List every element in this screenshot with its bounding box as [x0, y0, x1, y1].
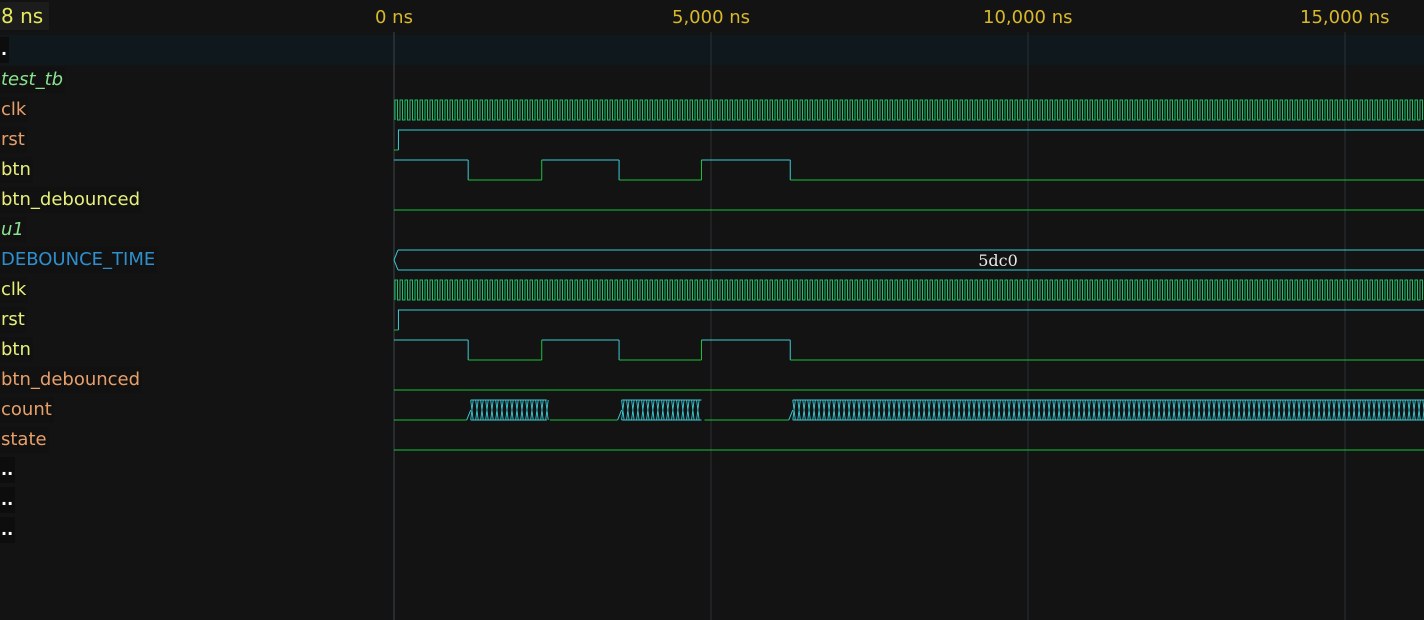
signal-name--[interactable]: ..: [0, 457, 16, 483]
signal-name-rst[interactable]: rst: [0, 307, 27, 333]
signal-name-rst[interactable]: rst: [0, 127, 27, 153]
timeline-tick-label: 10,000 ns: [983, 7, 1073, 28]
clk-waveform: [394, 279, 1423, 301]
signal-name-u1[interactable]: u1: [0, 217, 26, 243]
count-bus-segment: [792, 399, 1424, 421]
clk-waveform: [394, 99, 1423, 121]
signal-name--[interactable]: ..: [0, 517, 16, 543]
bus-value-label: 5dc0: [978, 251, 1018, 270]
count-bus-segment: [621, 399, 702, 421]
timeline-tick-label: 5,000 ns: [672, 7, 751, 28]
signal-name-debounce-time[interactable]: DEBOUNCE_TIME: [0, 247, 158, 273]
signal-name--[interactable]: ..: [0, 487, 16, 513]
bus-waveform: [393, 249, 1424, 271]
signal-name-count[interactable]: count: [0, 397, 54, 423]
cursor-time-readout: 8 ns: [0, 2, 50, 30]
waveform-canvas[interactable]: 5dc0: [0, 0, 1424, 620]
signal-name--[interactable]: .: [0, 37, 10, 63]
signal-name-btn-debounced[interactable]: btn_debounced: [0, 187, 143, 213]
timeline-tick-label: 15,000 ns: [1300, 7, 1390, 28]
rst-waveform: [397, 309, 1424, 330]
signal-name-clk[interactable]: clk: [0, 277, 29, 303]
signal-name-btn-debounced[interactable]: btn_debounced: [0, 367, 143, 393]
signal-name-test-tb[interactable]: test_tb: [0, 67, 66, 93]
signal-name-state[interactable]: state: [0, 427, 49, 453]
timeline-tick-label: 0 ns: [375, 7, 413, 28]
count-edge: [788, 409, 794, 421]
count-edge: [617, 409, 623, 421]
signal-name-btn[interactable]: btn: [0, 157, 33, 183]
count-bus-segment: [470, 399, 549, 421]
count-edge: [466, 409, 472, 421]
signal-name-btn[interactable]: btn: [0, 337, 33, 363]
rst-waveform: [397, 129, 1424, 150]
signal-name-clk[interactable]: clk: [0, 97, 29, 123]
